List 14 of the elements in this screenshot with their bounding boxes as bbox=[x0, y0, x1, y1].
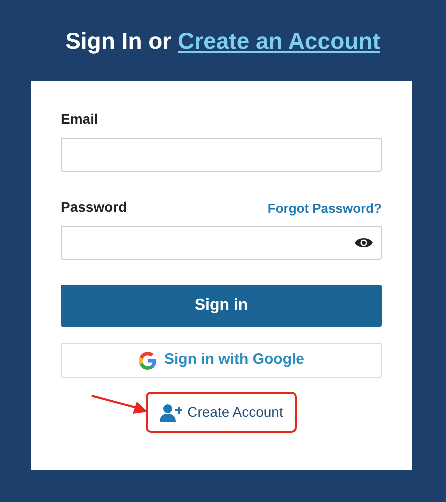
add-user-icon bbox=[160, 404, 184, 422]
field-label: Password bbox=[61, 198, 128, 217]
email-field[interactable] bbox=[61, 138, 382, 172]
sign-in-button[interactable]: Sign in bbox=[61, 285, 382, 327]
eye-icon[interactable] bbox=[355, 237, 373, 249]
create-account-button[interactable]: Create Account bbox=[146, 392, 298, 433]
forgot-password-link[interactable]: Forgot Password? bbox=[268, 198, 382, 218]
field-label: Email bbox=[61, 110, 98, 129]
create-account-link[interactable]: Create an Account bbox=[178, 28, 380, 54]
password-field[interactable] bbox=[61, 226, 382, 260]
page-heading: Sign In or bbox=[66, 28, 173, 54]
google-icon bbox=[138, 352, 156, 370]
arrow-annotation bbox=[91, 394, 149, 416]
google-sign-in-button[interactable]: Sign in with Google bbox=[61, 343, 382, 378]
